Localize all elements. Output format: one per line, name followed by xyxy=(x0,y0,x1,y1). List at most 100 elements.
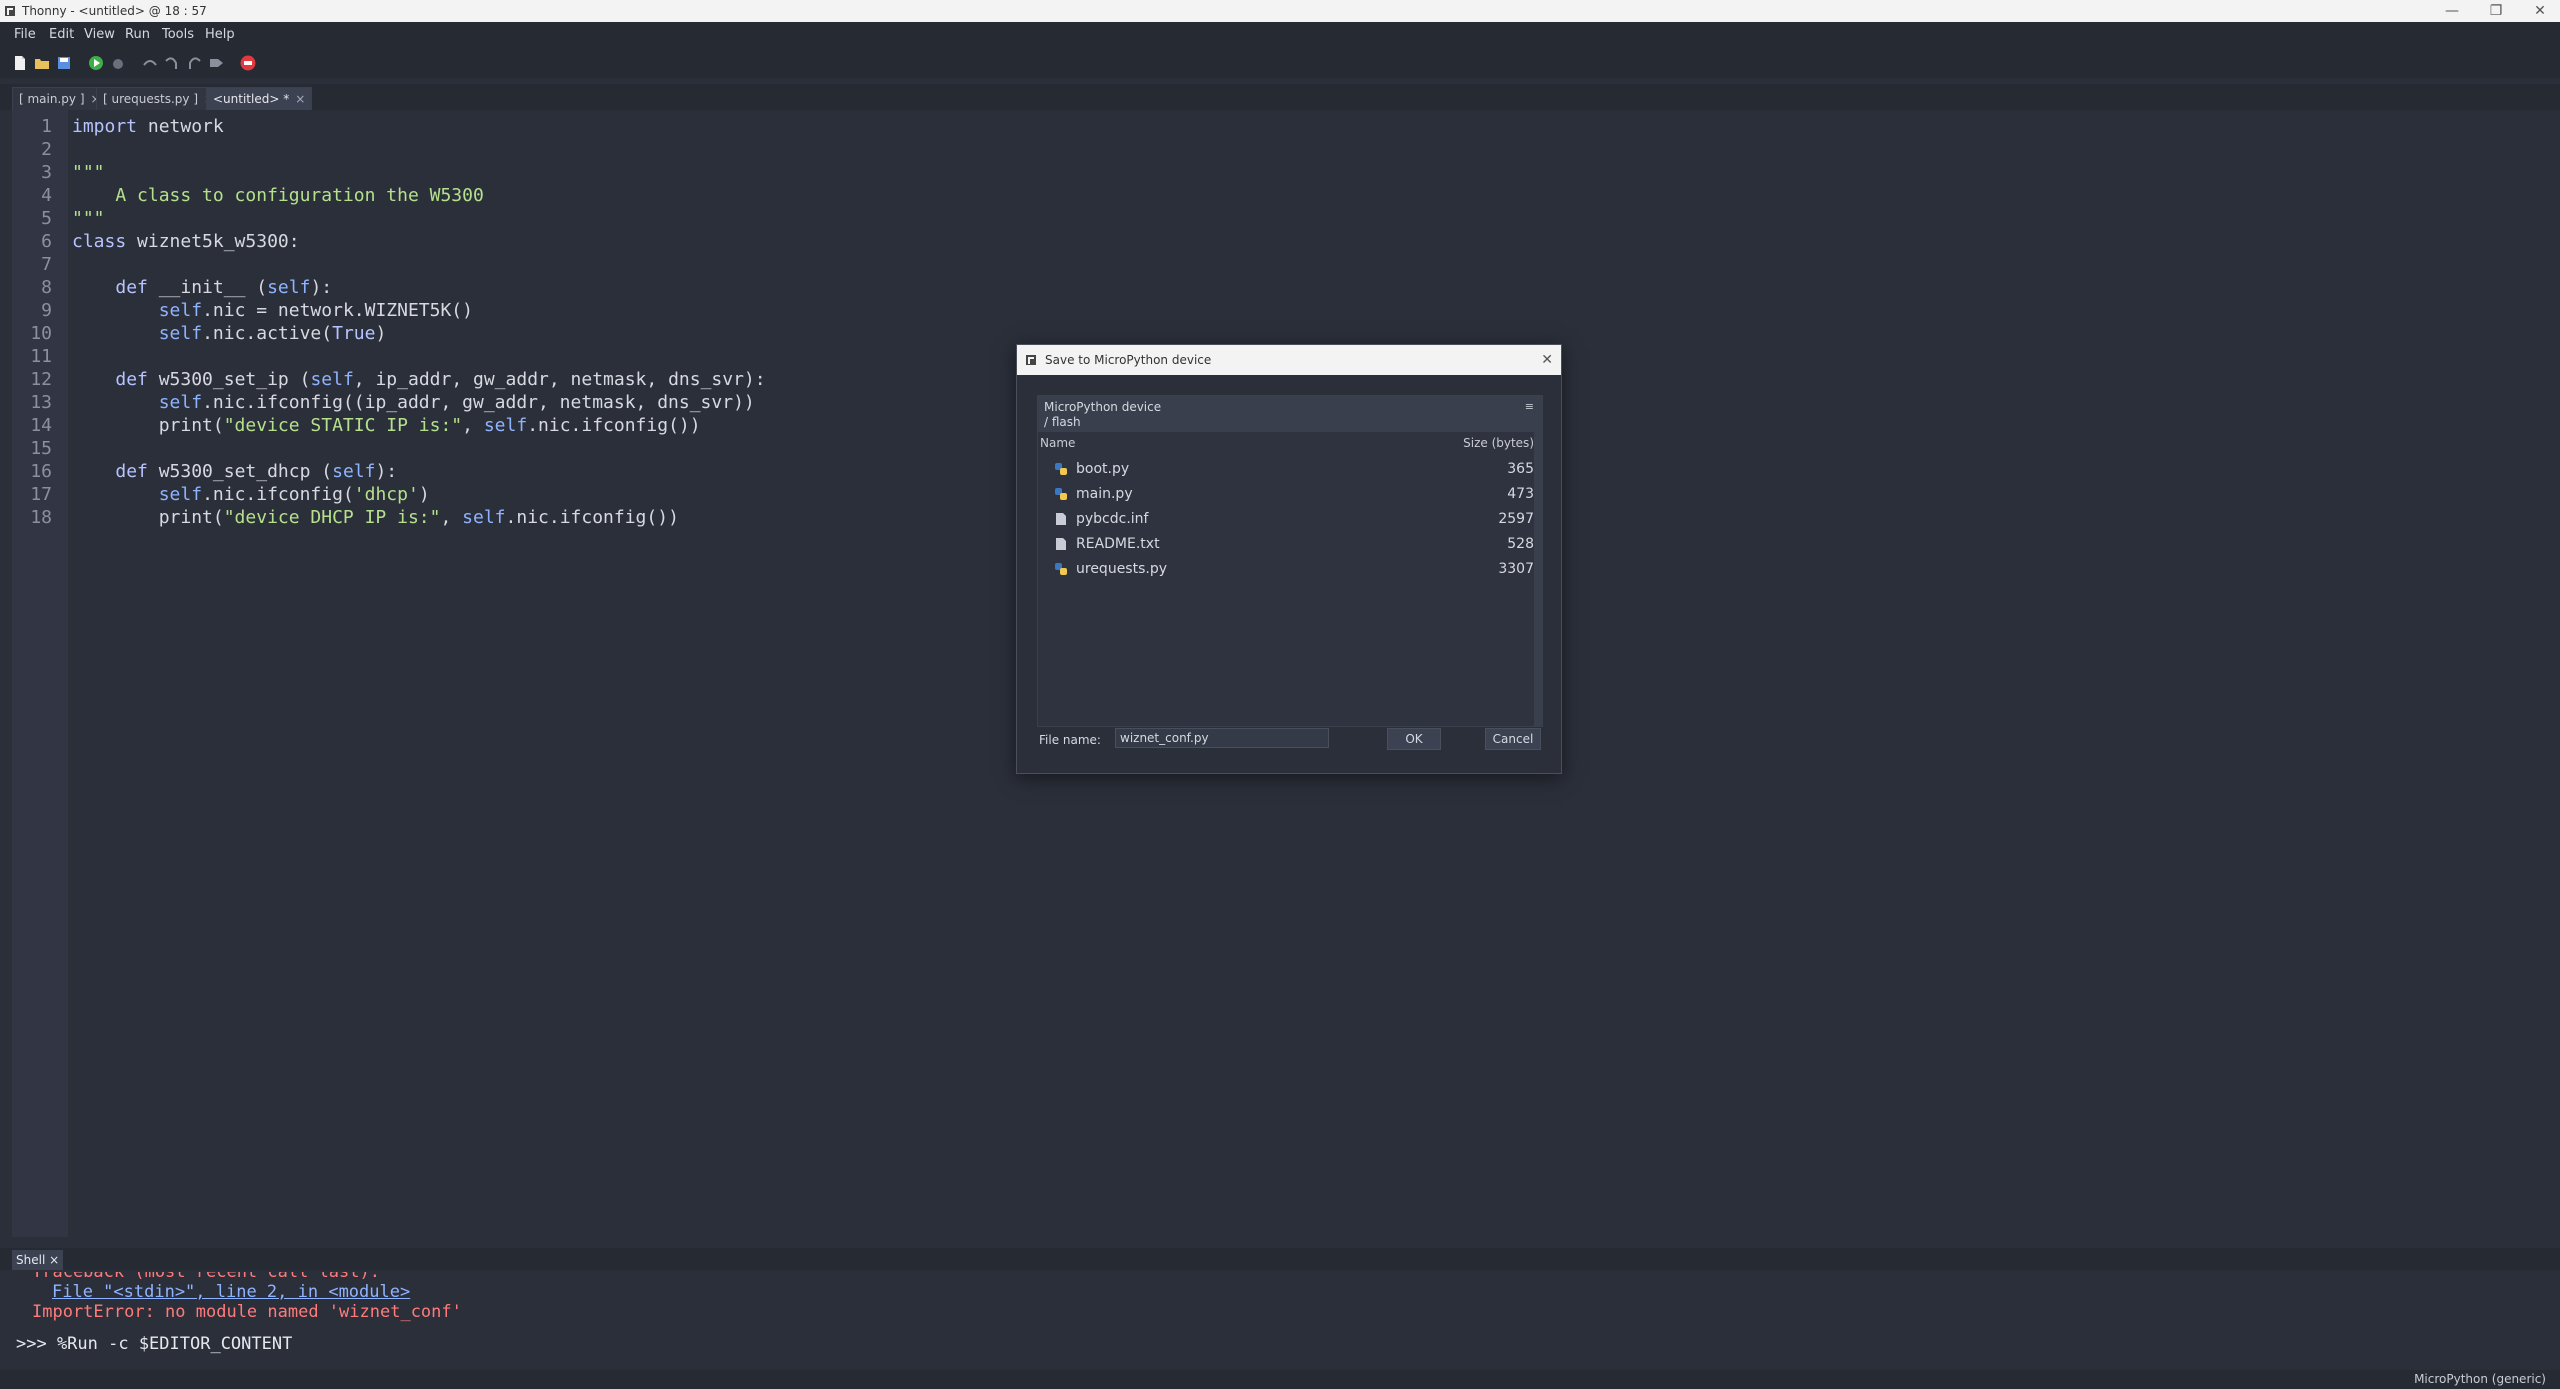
menu-file[interactable]: File xyxy=(14,22,36,48)
breadcrumb-location[interactable]: MicroPython device xyxy=(1044,400,1161,414)
file-name: README.txt xyxy=(1076,536,1160,552)
shell-prompt[interactable]: >>> %Run -c $EDITOR_CONTENT xyxy=(16,1334,292,1354)
line-number: 6 xyxy=(12,231,52,252)
line-number: 17 xyxy=(12,484,52,505)
browser-menu-icon[interactable]: ≡ xyxy=(1525,400,1534,413)
code-line: """ xyxy=(72,162,105,183)
shell-tabbar: Shell × xyxy=(0,1248,2560,1270)
line-number-gutter: 1 2 3 4 5 6 7 8 9 10 11 12 13 14 15 16 1… xyxy=(12,110,68,1237)
line-number: 9 xyxy=(12,300,52,321)
code-token: self xyxy=(159,392,202,413)
column-header-name[interactable]: Name xyxy=(1040,436,1075,450)
interpreter-status[interactable]: MicroPython (generic) xyxy=(2414,1372,2546,1386)
code-token: """ xyxy=(72,208,105,229)
file-browser: MicroPython device / flash ≡ Name Size (… xyxy=(1037,395,1543,727)
code-line: def w5300_set_ip (self, ip_addr, gw_addr… xyxy=(72,369,766,390)
maximize-button[interactable]: ❐ xyxy=(2476,0,2516,22)
window-titlebar: Thonny - <untitled> @ 18 : 57 — ❐ ✕ xyxy=(0,0,2560,22)
breadcrumb: MicroPython device / flash ≡ xyxy=(1038,396,1542,432)
thonny-logo-icon xyxy=(4,5,16,17)
step-into-icon[interactable] xyxy=(164,55,180,71)
breadcrumb-path[interactable]: / flash xyxy=(1044,415,1081,429)
menu-tools[interactable]: Tools xyxy=(162,22,194,48)
thonny-logo-icon xyxy=(1025,354,1037,366)
code-line: import network xyxy=(72,116,224,137)
column-header-size[interactable]: Size (bytes) xyxy=(1463,436,1534,450)
line-number: 12 xyxy=(12,369,52,390)
tab-shell[interactable]: Shell × xyxy=(12,1250,63,1270)
file-name: urequests.py xyxy=(1076,561,1167,577)
line-number: 18 xyxy=(12,507,52,528)
shell-panel[interactable]: Traceback (most recent call last): File … xyxy=(12,1272,2548,1368)
save-file-icon[interactable] xyxy=(56,55,72,71)
line-number: 2 xyxy=(12,139,52,160)
tab-label: [ urequests.py ] xyxy=(103,92,198,106)
new-file-icon[interactable] xyxy=(12,55,28,71)
code-token: def xyxy=(115,277,148,298)
close-window-button[interactable]: ✕ xyxy=(2520,0,2560,22)
shell-traceback-link[interactable]: File "<stdin>", line 2, in <module> xyxy=(52,1282,410,1302)
code-token: self xyxy=(159,323,202,344)
minimize-button[interactable]: — xyxy=(2432,0,2472,22)
code-token: self xyxy=(462,507,505,528)
file-name: pybcdc.inf xyxy=(1076,511,1148,527)
code-line: print("device DHCP IP is:", self.nic.ifc… xyxy=(72,507,679,528)
tab-label: <untitled> * xyxy=(213,92,289,106)
tab-untitled[interactable]: <untitled> * × xyxy=(206,87,312,110)
dialog-close-button[interactable]: ✕ xyxy=(1541,345,1553,375)
line-number: 1 xyxy=(12,116,52,137)
dialog-titlebar: Save to MicroPython device ✕ xyxy=(1017,345,1561,375)
file-row[interactable]: boot.py 365 xyxy=(1038,458,1542,482)
line-number: 5 xyxy=(12,208,52,229)
ok-button[interactable]: OK xyxy=(1387,728,1441,750)
stop-icon[interactable] xyxy=(240,55,256,71)
file-row[interactable]: main.py 473 xyxy=(1038,483,1542,507)
line-number: 15 xyxy=(12,438,52,459)
file-row[interactable]: README.txt 528 xyxy=(1038,533,1542,557)
statusbar: MicroPython (generic) xyxy=(0,1370,2560,1389)
code-line: self.nic.active(True) xyxy=(72,323,386,344)
tab-close-icon[interactable]: × xyxy=(295,92,305,106)
code-token: self xyxy=(159,484,202,505)
file-name: main.py xyxy=(1076,486,1133,502)
shell-traceback: Traceback (most recent call last): xyxy=(32,1272,380,1282)
file-row[interactable]: urequests.py 3307 xyxy=(1038,558,1542,582)
save-dialog: Save to MicroPython device ✕ MicroPython… xyxy=(1016,344,1562,774)
code-token: self xyxy=(332,461,375,482)
text-file-icon xyxy=(1054,512,1068,526)
code-token: self xyxy=(484,415,527,436)
file-size: 2597 xyxy=(1498,511,1534,527)
menu-help[interactable]: Help xyxy=(205,22,235,48)
filename-input[interactable] xyxy=(1115,728,1329,748)
step-out-icon[interactable] xyxy=(186,55,202,71)
code-token: self xyxy=(159,300,202,321)
code-token: 'dhcp' xyxy=(354,484,419,505)
file-row[interactable]: pybcdc.inf 2597 xyxy=(1038,508,1542,532)
line-number: 13 xyxy=(12,392,52,413)
menu-view[interactable]: View xyxy=(84,22,115,48)
tab-label: [ main.py ] xyxy=(19,92,85,106)
debug-icon[interactable] xyxy=(110,55,126,71)
line-number: 4 xyxy=(12,185,52,206)
step-over-icon[interactable] xyxy=(142,55,158,71)
open-file-icon[interactable] xyxy=(34,55,50,71)
file-list-scrollbar[interactable] xyxy=(1534,432,1542,726)
resume-icon[interactable] xyxy=(208,55,224,71)
code-token: "device DHCP IP is:" xyxy=(224,507,441,528)
line-number: 10 xyxy=(12,323,52,344)
code-line: self.nic.ifconfig((ip_addr, gw_addr, net… xyxy=(72,392,755,413)
tab-main-py[interactable]: [ main.py ]× xyxy=(12,87,108,110)
tab-urequests-py[interactable]: [ urequests.py ]× xyxy=(96,87,221,110)
run-icon[interactable] xyxy=(88,55,104,71)
menu-run[interactable]: Run xyxy=(125,22,150,48)
menu-edit[interactable]: Edit xyxy=(49,22,74,48)
line-number: 8 xyxy=(12,277,52,298)
line-number: 14 xyxy=(12,415,52,436)
cancel-button[interactable]: Cancel xyxy=(1485,728,1541,750)
file-size: 473 xyxy=(1507,486,1534,502)
code-line: self.nic.ifconfig('dhcp') xyxy=(72,484,430,505)
file-name: boot.py xyxy=(1076,461,1129,477)
tab-close-icon[interactable]: × xyxy=(49,1253,59,1267)
code-token: def xyxy=(115,369,148,390)
toolbar xyxy=(0,48,2560,78)
